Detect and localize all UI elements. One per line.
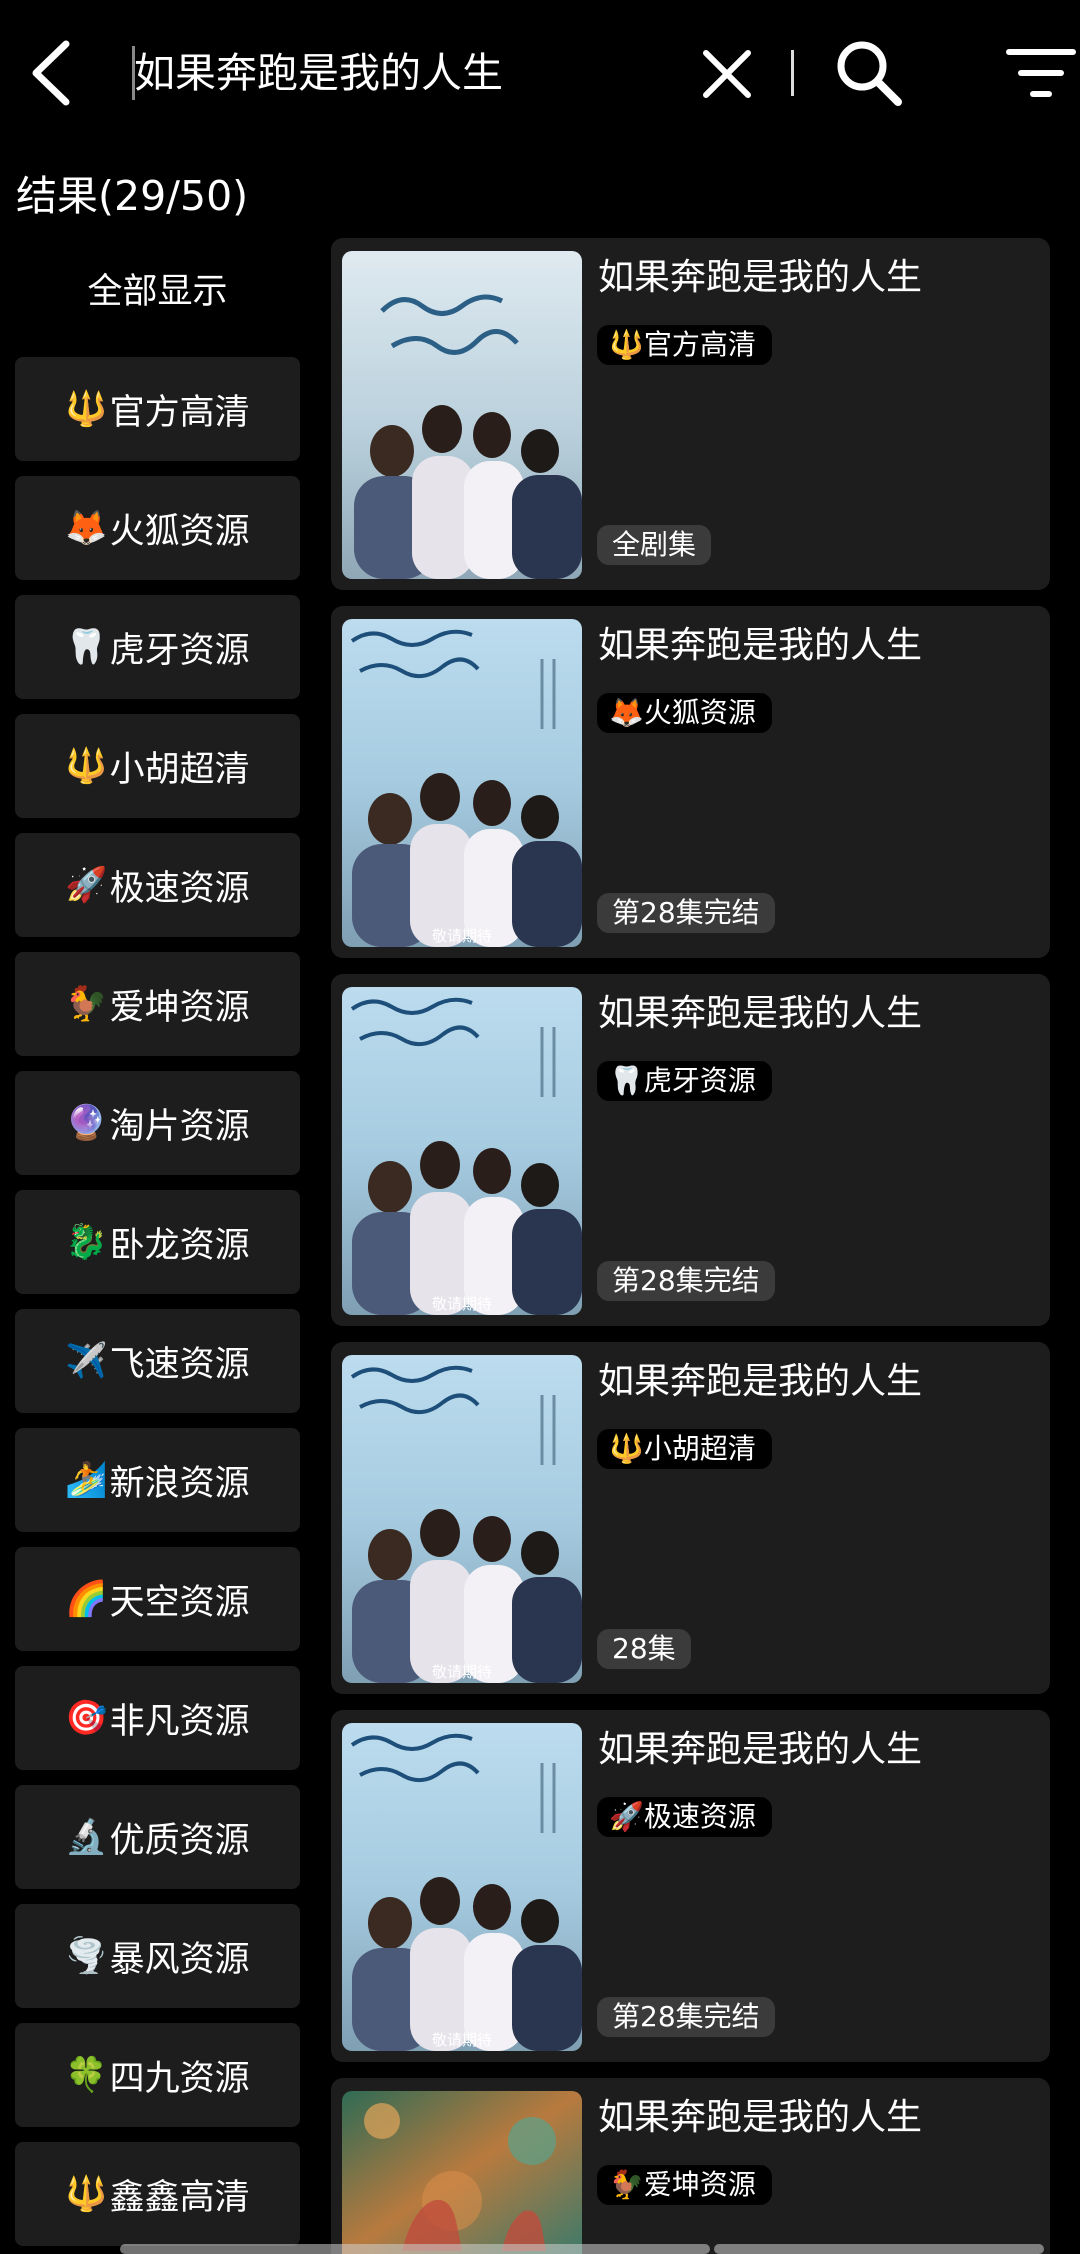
source-item[interactable]: 🦊 火狐资源: [15, 476, 300, 580]
result-card[interactable]: 敬请期待 如果奔跑是我的人生 🔱小胡超清 28集: [331, 1342, 1050, 1694]
result-card[interactable]: 敬请期待 如果奔跑是我的人生 🦷虎牙资源 第28集完结: [331, 974, 1050, 1326]
source-badge: 🔱官方高清: [597, 325, 772, 365]
poster-image: [342, 2091, 582, 2254]
source-label: 爱坤资源: [109, 987, 250, 1028]
source-emoji-icon: 🐓: [65, 984, 108, 1024]
source-badge: 🦷虎牙资源: [597, 1061, 772, 1101]
source-label: 鑫鑫高清: [109, 2177, 250, 2218]
episode-badge: 28集: [597, 1629, 691, 1669]
source-item[interactable]: 🌪️ 暴风资源: [15, 1904, 300, 2008]
source-emoji-icon: 🌈: [65, 1579, 108, 1619]
episode-badge: 第28集完结: [597, 1997, 775, 2037]
source-item[interactable]: 🦷 虎牙资源: [15, 595, 300, 699]
search-header: 如果奔跑是我的人生: [0, 0, 1080, 150]
source-label: 四九资源: [109, 2058, 250, 2099]
source-item[interactable]: 🐉 卧龙资源: [15, 1190, 300, 1294]
source-emoji-icon: 🏄: [65, 1460, 108, 1500]
source-emoji-icon: 🔱: [65, 2174, 108, 2214]
result-title: 如果奔跑是我的人生: [598, 2097, 923, 2138]
source-item[interactable]: 🚀 极速资源: [15, 833, 300, 937]
source-emoji-icon: 🔬: [65, 1817, 108, 1857]
poster-caption: 敬请期待: [432, 2031, 492, 2049]
poster-image: [342, 251, 582, 579]
result-title: 如果奔跑是我的人生: [598, 993, 923, 1034]
poster-image: 敬请期待: [342, 619, 582, 947]
source-item[interactable]: 🏄 新浪资源: [15, 1428, 300, 1532]
episode-badge: 第28集完结: [597, 893, 775, 933]
source-item[interactable]: 🔱 官方高清: [15, 357, 300, 461]
result-title: 如果奔跑是我的人生: [598, 1361, 923, 1402]
source-badge: 🦊火狐资源: [597, 693, 772, 733]
toolbar-divider: [791, 50, 794, 96]
source-label: 虎牙资源: [109, 630, 250, 671]
poster-caption: 敬请期待: [432, 1295, 492, 1313]
source-badge: 🐓爱坤资源: [597, 2165, 772, 2205]
source-emoji-icon: 🚀: [65, 865, 108, 905]
poster-caption: 敬请期待: [432, 927, 492, 945]
source-label: 天空资源: [109, 1582, 250, 1623]
result-card[interactable]: 如果奔跑是我的人生 🔱官方高清 全剧集: [331, 238, 1050, 590]
episode-badge: 全剧集: [597, 525, 712, 565]
source-item[interactable]: 🔬 优质资源: [15, 1785, 300, 1889]
close-icon: [703, 50, 751, 98]
source-item[interactable]: ✈️ 飞速资源: [15, 1309, 300, 1413]
source-emoji-icon: 🎯: [65, 1698, 108, 1738]
source-item[interactable]: 🔱 鑫鑫高清: [15, 2142, 300, 2246]
episode-badge: 第28集完结: [597, 1261, 775, 1301]
source-label: 官方高清: [109, 392, 250, 433]
result-card[interactable]: 如果奔跑是我的人生 🐓爱坤资源: [331, 2078, 1050, 2254]
source-emoji-icon: 🔱: [65, 746, 108, 786]
source-emoji-icon: 🌪️: [65, 1936, 108, 1976]
source-emoji-icon: 🦊: [65, 508, 108, 548]
filter-button[interactable]: [1006, 44, 1080, 104]
result-card[interactable]: 敬请期待 如果奔跑是我的人生 🚀极速资源 第28集完结: [331, 1710, 1050, 2062]
source-label: 新浪资源: [109, 1463, 250, 1504]
source-label: 非凡资源: [109, 1701, 250, 1742]
source-item[interactable]: 🌈 天空资源: [15, 1547, 300, 1651]
source-label: 飞速资源: [109, 1344, 250, 1385]
chevron-left-icon: [32, 40, 70, 106]
source-emoji-icon: 🔱: [65, 389, 108, 429]
poster-caption: 敬请期待: [432, 1663, 492, 1681]
source-label: 火狐资源: [109, 511, 250, 552]
source-badge: 🔱小胡超清: [597, 1429, 772, 1469]
source-label: 淘片资源: [109, 1106, 250, 1147]
source-label: 小胡超清: [109, 749, 250, 790]
show-all-button[interactable]: 全部显示: [15, 256, 300, 328]
source-item[interactable]: 🎯 非凡资源: [15, 1666, 300, 1770]
source-badge: 🚀极速资源: [597, 1797, 772, 1837]
search-icon: [837, 41, 902, 106]
source-emoji-icon: 🍀: [65, 2055, 108, 2095]
search-button[interactable]: [832, 36, 904, 108]
result-title: 如果奔跑是我的人生: [598, 257, 923, 298]
source-item[interactable]: 🐓 爱坤资源: [15, 952, 300, 1056]
source-item[interactable]: 🍀 四九资源: [15, 2023, 300, 2127]
results-count: 结果(29/50): [16, 172, 249, 220]
result-title: 如果奔跑是我的人生: [598, 1729, 923, 1770]
result-card[interactable]: 敬请期待 如果奔跑是我的人生 🦊火狐资源 第28集完结: [331, 606, 1050, 958]
source-item[interactable]: 🔱 小胡超清: [15, 714, 300, 818]
poster-image: 敬请期待: [342, 987, 582, 1315]
poster-image: 敬请期待: [342, 1355, 582, 1683]
clear-button[interactable]: [698, 45, 756, 103]
source-item[interactable]: 🔮 淘片资源: [15, 1071, 300, 1175]
scrollbar-track[interactable]: [120, 2244, 710, 2254]
result-title: 如果奔跑是我的人生: [598, 625, 923, 666]
back-button[interactable]: [22, 38, 82, 108]
source-label: 优质资源: [109, 1820, 250, 1861]
poster-image: 敬请期待: [342, 1723, 582, 2051]
source-emoji-icon: 🦷: [65, 627, 108, 667]
search-input[interactable]: 如果奔跑是我的人生: [134, 42, 503, 104]
scrollbar-thumb[interactable]: [714, 2244, 1044, 2254]
filter-icon: [1006, 49, 1076, 97]
source-label: 暴风资源: [109, 1939, 250, 1980]
source-emoji-icon: ✈️: [65, 1341, 108, 1381]
source-emoji-icon: 🐉: [65, 1222, 108, 1262]
source-label: 卧龙资源: [109, 1225, 250, 1266]
source-label: 极速资源: [109, 868, 250, 909]
source-emoji-icon: 🔮: [65, 1103, 108, 1143]
